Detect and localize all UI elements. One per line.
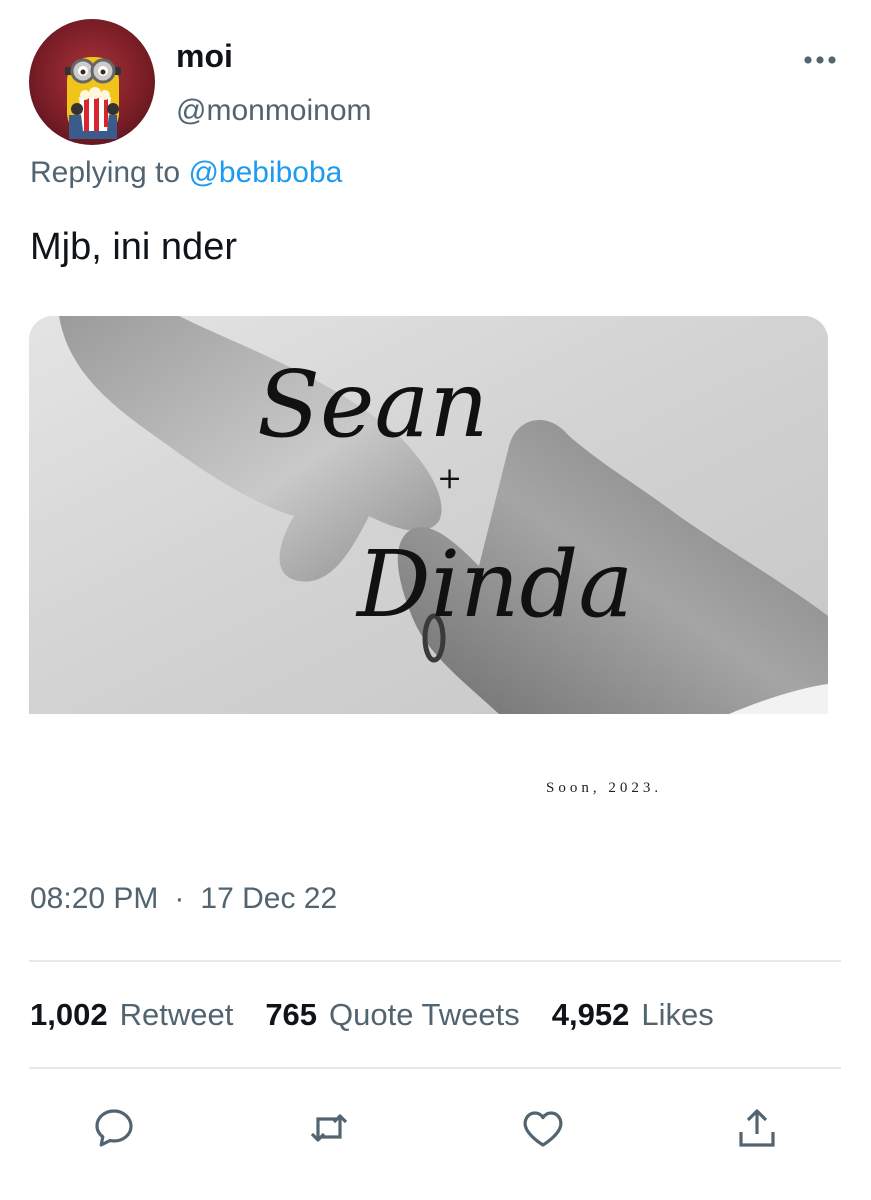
minion-avatar-image [65,57,121,139]
replying-to-prefix: Replying to [30,156,181,189]
divider [29,1067,841,1069]
quote-number: 765 [265,997,318,1032]
script-name-dinda: Dinda [355,531,633,638]
user-handle[interactable]: @monmoinom [176,94,372,128]
heart-icon [523,1111,563,1147]
tweet-media-image[interactable]: Sean + Dinda [29,316,828,714]
display-name[interactable]: moi [176,38,233,75]
hands-photo: Sean + Dinda [29,316,828,714]
share-button[interactable] [729,1100,785,1156]
script-plus: + [437,461,462,496]
tweet-date: 17 Dec 22 [200,882,338,915]
avatar[interactable] [29,19,155,145]
share-icon [739,1109,775,1147]
retweet-icon [310,1114,348,1142]
reply-icon [95,1109,133,1147]
quote-label: Quote Tweets [329,997,520,1032]
divider [29,960,841,962]
like-button[interactable] [515,1100,571,1156]
like-label: Likes [641,997,714,1032]
retweet-button[interactable] [301,1100,357,1156]
retweet-count[interactable]: 1,002 Retweet [30,997,233,1032]
retweet-number: 1,002 [30,997,108,1032]
quote-count[interactable]: 765 Quote Tweets [265,997,519,1032]
more-button[interactable] [800,44,840,76]
engagement-stats: 1,002 Retweet 765 Quote Tweets 4,952 Likes [30,997,746,1033]
media-caption: Soon, 2023. [546,780,663,796]
script-name-sean: Sean [257,351,489,458]
tweet-timestamp[interactable]: 08:20 PM · 17 Dec 22 [30,882,337,916]
tweet-text: Mjb, ini nder [30,226,237,268]
separator-dot: · [174,882,185,915]
more-icon [804,56,836,64]
retweet-label: Retweet [119,997,234,1032]
like-count[interactable]: 4,952 Likes [552,997,714,1032]
replying-to-link[interactable]: @bebiboba [188,156,342,189]
like-number: 4,952 [551,997,630,1032]
reply-button[interactable] [86,1100,142,1156]
tweet-time: 08:20 PM [30,882,159,915]
replying-to-line: Replying to @bebiboba [30,156,342,190]
